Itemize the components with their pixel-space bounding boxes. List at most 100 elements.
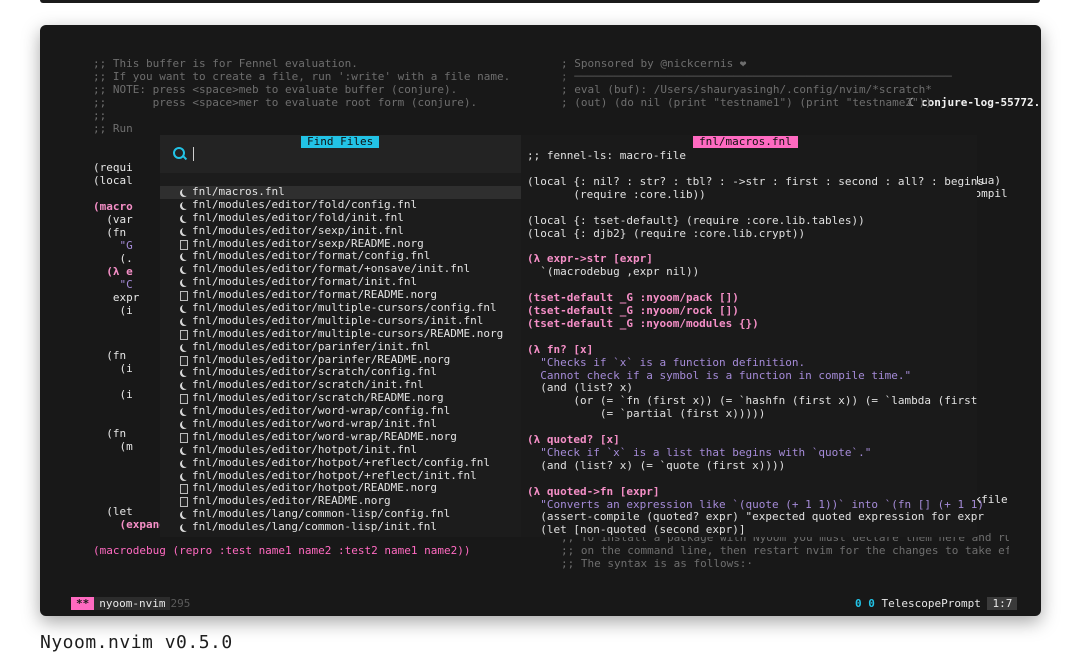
preview-line: (tset-default _G :nyoom/rock []) <box>527 304 739 317</box>
moon-icon <box>182 472 190 480</box>
code-line: "C <box>93 278 133 291</box>
code-line: (var <box>93 213 133 226</box>
code-line: (i <box>93 388 133 401</box>
search-icon <box>173 147 185 159</box>
doc-icon <box>180 497 188 508</box>
moon-icon <box>182 227 190 235</box>
result-path: fnl/modules/editor/format/+onsave/init.f… <box>192 262 471 276</box>
result-path: fnl/modules/lang/common-lisp/config.fnl <box>192 507 451 521</box>
moon-icon <box>182 407 190 415</box>
preview-line: (tset-default _G :nyoom/modules {}) <box>527 316 759 330</box>
code-line: (requi <box>93 161 133 174</box>
moon-icon <box>182 381 190 389</box>
result-path: fnl/modules/editor/fold/config.fnl <box>192 197 418 211</box>
statusline-left: ** nyoom-nvim 295 <box>71 597 190 610</box>
result-path: fnl/modules/editor/hotpot/+reflect/init.… <box>192 468 477 482</box>
code-line: expr <box>93 291 140 304</box>
code-line: (fn <box>93 427 127 440</box>
code-line: (i <box>93 304 133 317</box>
result-path: fnl/modules/editor/format/README.norg <box>192 288 438 302</box>
code-line: (. <box>93 252 133 265</box>
mode-badge: ** <box>71 597 95 610</box>
moon-icon <box>182 523 190 531</box>
moon-icon <box>182 201 190 209</box>
doc-icon <box>180 484 188 495</box>
result-path: fnl/modules/editor/word-wrap/init.fnl <box>192 417 438 431</box>
moon-icon <box>182 317 190 325</box>
preview-line: "Converts an expression like `(quote (+ … <box>527 497 984 511</box>
left-comment-line: ;; Run <box>93 122 133 135</box>
code-line: (macro <box>93 200 133 213</box>
result-path: fnl/modules/editor/hotpot/README.norg <box>192 481 438 495</box>
preview-line: (λ quoted? [x] <box>527 433 620 446</box>
find-files-panel[interactable]: Find Files fnl/macros.fnl fnl/modules/edi… <box>160 135 521 537</box>
finder-title: Find Files <box>301 136 380 148</box>
preview-line: (and (list? x) (= `quote (first x)))) <box>527 458 786 472</box>
preview-line: (tset-default _G :nyoom/pack []) <box>527 291 739 305</box>
result-path: fnl/modules/editor/parinfer/init.fnl <box>192 339 431 353</box>
preview-line: Cannot check if a symbol is a function i… <box>527 368 912 382</box>
statusline-right: 0 0 TelescopePrompt 1:7 <box>855 597 1018 610</box>
result-path: fnl/modules/editor/hotpot/+reflect/confi… <box>192 455 491 469</box>
left-comment-line: ;; <box>93 109 107 122</box>
code-line: (λ e <box>93 265 133 278</box>
result-path: fnl/modules/editor/multiple-cursors/conf… <box>192 301 497 315</box>
results-list[interactable]: fnl/macros.fnl fnl/modules/editor/fold/co… <box>160 185 521 534</box>
left-comment-line: ;; If you want to create a file, run ':w… <box>93 70 511 83</box>
preview-title: fnl/macros.fnl <box>693 136 798 148</box>
cursor-position: 1:7 <box>987 597 1018 610</box>
result-item[interactable]: fnl/modules/lang/common-lisp/init.fnl <box>160 520 521 534</box>
preview-panel[interactable]: fnl/macros.fnl ;; fennel-ls: macro-file … <box>521 135 984 537</box>
doc-icon <box>180 291 188 302</box>
result-path: fnl/modules/editor/format/init.fnl <box>192 275 418 289</box>
right-comment-line: ; Sponsored by @nickcernis ❤ <box>561 57 747 70</box>
right-comment-line: ;; on the command line, then restart nvi… <box>561 544 1009 557</box>
preview-line: (λ expr->str [expr] <box>527 252 653 266</box>
result-path: fnl/modules/editor/parinfer/README.norg <box>192 352 451 366</box>
finder-prompt[interactable]: Find Files <box>160 135 521 173</box>
code-line: (i <box>93 362 133 375</box>
caption: Nyoom.nvim v0.5.0 <box>40 632 233 653</box>
preview-line: `(macrodebug ,expr nil)) <box>527 265 700 279</box>
code-line: (fn <box>93 349 127 362</box>
moon-icon <box>182 510 190 518</box>
filetype-label: TelescopePrompt <box>881 597 981 610</box>
doc-icon <box>180 239 188 250</box>
preview-line: (require :core.lib)) <box>527 187 706 201</box>
result-path: fnl/modules/editor/sexp/init.fnl <box>192 223 404 237</box>
moon-icon <box>182 214 190 222</box>
result-path: fnl/macros.fnl <box>192 185 285 198</box>
result-path: fnl/modules/editor/fold/init.fnl <box>192 210 404 224</box>
right-comment-line: ;; The syntax is as follows:· <box>561 557 754 570</box>
code-line: (m <box>93 440 133 453</box>
doc-icon <box>180 394 188 405</box>
moon-icon <box>182 252 190 260</box>
code-line: (local <box>93 174 133 187</box>
preview-line: (local {: tset-default} (require :core.l… <box>527 213 865 227</box>
editor-area[interactable]: ☾ conjure-log-55772.fnl ;; This buffer i… <box>71 53 1041 613</box>
right-comment-line: ; eval (buf): /Users/shauryasingh/.confi… <box>561 83 932 96</box>
result-path: fnl/modules/editor/scratch/README.norg <box>192 391 444 405</box>
right-comment-line: ; (out) (do nil (print "testname1") (pri… <box>561 96 932 109</box>
line-count: 295 <box>170 597 191 610</box>
moon-icon <box>182 446 190 454</box>
code-line: (macrodebug (repro :test name1 name2 :te… <box>93 544 471 557</box>
moon-icon <box>182 368 190 376</box>
moon-icon <box>182 459 190 467</box>
terminal-window[interactable]: ☾ conjure-log-55772.fnl ;; This buffer i… <box>40 25 1041 616</box>
moon-icon <box>182 304 190 312</box>
preview-line: (λ fn? [x] <box>527 342 594 356</box>
code-line: "G <box>93 239 133 252</box>
preview-line: (let [non-quoted (second expr)] <box>527 523 746 537</box>
preview-header: ;; fennel-ls: macro-file <box>527 149 686 162</box>
preview-line: (and (list? x) <box>527 381 633 395</box>
buffer-name[interactable]: nyoom-nvim <box>94 597 171 610</box>
moon-icon <box>182 265 190 273</box>
doc-icon <box>180 432 188 443</box>
preview-line: "Checks if `x` is a function definition. <box>527 355 806 369</box>
result-path: fnl/modules/editor/sexp/README.norg <box>192 236 424 250</box>
preview-line: (local {: djb2} (require :core.lib.crypt… <box>527 226 806 240</box>
doc-icon <box>180 329 188 340</box>
moon-icon <box>182 420 190 428</box>
code-line: (fn <box>93 226 127 239</box>
